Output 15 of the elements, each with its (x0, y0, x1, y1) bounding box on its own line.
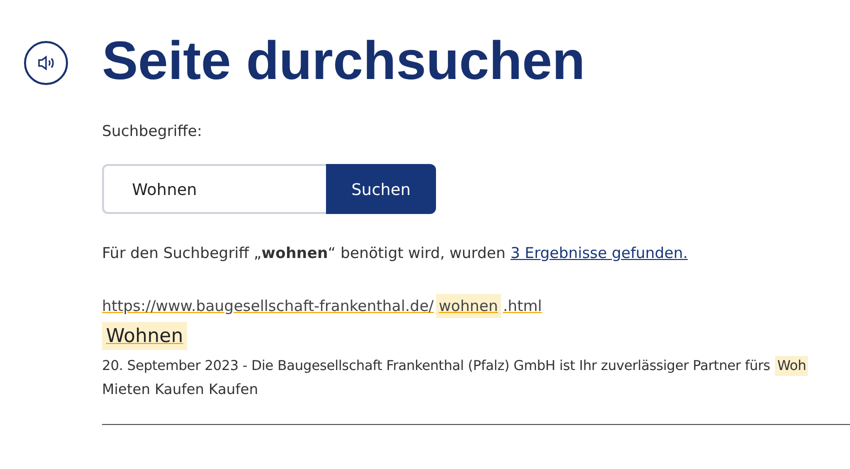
search-button[interactable]: Suchen (326, 164, 436, 214)
read-aloud-button[interactable] (24, 41, 68, 85)
url-highlight[interactable]: wohnen (436, 294, 501, 318)
result-title[interactable]: Wohnen (102, 322, 188, 350)
result-url[interactable]: https://www.baugesellschaft-frankenthal.de/ (102, 297, 434, 315)
search-label: Suchbegriffe: (102, 122, 204, 140)
speaker-icon (37, 55, 55, 71)
result-snippet: 20. September 2023 - Die Baugesellschaft Frankenthal (Pfalz) GmbH ist Ihr zuverlässiger Partner fürs (102, 358, 770, 374)
result-snippet: Mieten Kaufen Kaufen (102, 382, 260, 398)
snippet-highlight: Woh (775, 356, 808, 376)
page-title: Seite durchsuchen (102, 30, 586, 92)
search-field[interactable]: Wohnen (102, 164, 326, 214)
results-link[interactable]: 3 Ergebnisse gefunden. (510, 244, 688, 262)
result-summary: Für den Suchbegriff „wohnen“ benötigt wird, wurden (102, 244, 506, 262)
result-url[interactable]: .html (502, 297, 542, 315)
